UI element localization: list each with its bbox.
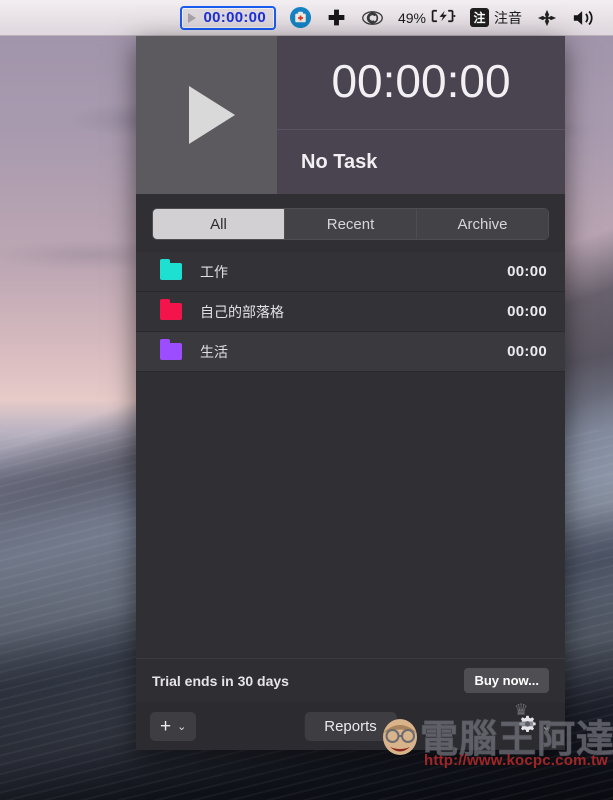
- trial-banner: Trial ends in 30 days Buy now...: [136, 658, 565, 702]
- buy-now-button[interactable]: Buy now...: [464, 668, 549, 693]
- tab-bar-wrapper: All Recent Archive: [136, 194, 565, 252]
- input-method-indicator[interactable]: 注 注音: [463, 5, 529, 31]
- tab-bar: All Recent Archive: [152, 208, 549, 240]
- project-name: 生活: [200, 343, 228, 360]
- plus-icon: +: [160, 715, 172, 737]
- project-time: 00:00: [507, 343, 547, 360]
- menubar-timer-value: 00:00:00: [203, 9, 266, 26]
- project-list-empty-area: [136, 372, 565, 658]
- volume-speaker-icon[interactable]: [565, 5, 603, 31]
- timer-readout: 00:00:00: [277, 36, 565, 130]
- table-row[interactable]: 自己的部落格 00:00: [136, 292, 565, 332]
- trial-status-text: Trial ends in 30 days: [152, 672, 289, 689]
- folder-icon: [160, 339, 182, 360]
- reports-button[interactable]: Reports: [304, 711, 397, 741]
- battery-percent-label: 49%: [397, 9, 426, 26]
- panel-header: 00:00:00 No Task: [136, 36, 565, 194]
- menu-bar: 00:00:00 49% 注 注音: [0, 0, 613, 36]
- play-triangle-icon: [187, 12, 196, 23]
- folder-icon: [160, 259, 182, 280]
- timer-app-panel: 00:00:00 No Task All Recent Archive 工作 0…: [136, 36, 565, 750]
- first-aid-kit-icon[interactable]: [282, 5, 319, 31]
- ime-badge: 注: [470, 8, 489, 27]
- scatter-dots-icon[interactable]: [529, 5, 565, 31]
- play-button[interactable]: [136, 36, 277, 194]
- bottom-toolbar: + ⌄ Reports ⌄: [136, 702, 565, 750]
- eye-spiral-icon[interactable]: [354, 5, 391, 31]
- project-time: 00:00: [507, 303, 547, 320]
- settings-button[interactable]: ⌄: [517, 714, 551, 738]
- tab-recent[interactable]: Recent: [285, 209, 417, 239]
- chevron-down-icon: ⌄: [177, 720, 187, 733]
- project-name: 自己的部落格: [200, 303, 284, 320]
- folder-icon: [160, 299, 182, 320]
- battery-status[interactable]: 49%: [391, 5, 463, 31]
- play-triangle-icon: [188, 86, 235, 144]
- current-task-label[interactable]: No Task: [277, 130, 565, 194]
- plus-cross-icon[interactable]: [319, 5, 354, 31]
- timer-pane: 00:00:00 No Task: [277, 36, 565, 194]
- table-row[interactable]: 生活 00:00: [136, 332, 565, 372]
- project-name: 工作: [200, 263, 228, 280]
- battery-charging-icon: [430, 8, 456, 27]
- project-time: 00:00: [507, 263, 547, 280]
- chevron-down-icon: ⌄: [541, 720, 551, 733]
- desktop: 00:00:00 49% 注 注音 00:00:00 No Task All R…: [0, 0, 613, 800]
- tab-archive[interactable]: Archive: [417, 209, 548, 239]
- menubar-timer-widget[interactable]: 00:00:00: [179, 5, 276, 30]
- table-row[interactable]: 工作 00:00: [136, 252, 565, 292]
- ime-label: 注音: [494, 9, 522, 26]
- add-button[interactable]: + ⌄: [150, 711, 197, 741]
- tab-all[interactable]: All: [153, 209, 285, 239]
- gear-icon: [517, 714, 538, 738]
- project-list: 工作 00:00 自己的部落格 00:00 生活 00:00: [136, 252, 565, 372]
